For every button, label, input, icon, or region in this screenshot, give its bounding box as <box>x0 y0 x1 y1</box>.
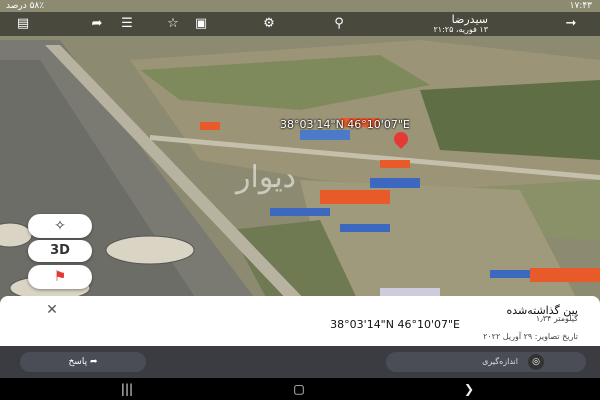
menu-icon[interactable]: ☰ <box>118 15 136 33</box>
close-icon[interactable]: ✕ <box>44 302 60 318</box>
distance-label: کیلومتر ۱٫۳۴ <box>535 314 578 323</box>
reply-icon: ➦ <box>89 357 98 367</box>
search-icon[interactable]: ⚲ <box>330 15 348 33</box>
recents-icon[interactable]: ||| <box>118 381 136 397</box>
settings-icon[interactable]: ⚙ <box>260 15 278 33</box>
camera-icon[interactable]: ▣ <box>192 15 210 33</box>
reply-button[interactable]: ➦ پاسخ <box>20 352 146 372</box>
watermark-text: دیوار <box>236 160 297 195</box>
pin-button[interactable]: ⚑ <box>28 265 92 289</box>
layers-icon[interactable]: ▤ <box>14 15 32 33</box>
top-toolbar: ▤ ➦ ☰ ☆ ▣ ⚙ ⚲ سیدرضا ۱۳ فوریه، ۲۱:۲۵ ➞ <box>0 12 600 36</box>
navigation-bar: ||| ▢ ❯ <box>0 378 600 400</box>
share-icon[interactable]: ➦ <box>88 15 106 33</box>
measure-label: اندازه‌گیری <box>482 357 518 366</box>
back-nav-icon[interactable]: ❯ <box>460 381 478 397</box>
watermark-logo: دیوار <box>236 160 296 195</box>
imagery-date: تاریخ تصاویر: ۲۹ آوریل ۲۰۲۲ <box>483 332 578 341</box>
pin-icon: ⚑ <box>53 269 67 285</box>
satellite-map[interactable]: دیوار 38°03'14"N 46°10'07"E <box>0 0 600 305</box>
compass-button[interactable]: ✧ <box>28 214 92 238</box>
3d-button[interactable]: 3D <box>28 240 92 262</box>
ruler-icon: ◎ <box>528 354 544 370</box>
status-time: ۱۷:۴۳ <box>569 1 592 11</box>
home-icon[interactable]: ▢ <box>290 381 308 397</box>
page-subtitle: ۱۳ فوریه، ۲۱:۲۵ <box>433 25 489 34</box>
star-icon[interactable]: ☆ <box>164 15 182 33</box>
battery-status: ۵۸٪ درصد <box>6 1 45 11</box>
map-coordinates-overlay: 38°03'14"N 46°10'07"E <box>280 118 410 131</box>
reply-label: پاسخ <box>68 357 88 367</box>
status-bar: ۵۸٪ درصد ۱۷:۴۳ <box>0 0 600 12</box>
sheet-coordinates: 38°03'14"N 46°10'07"E <box>330 318 460 331</box>
back-icon[interactable]: ➞ <box>562 15 580 33</box>
measure-button[interactable]: اندازه‌گیری ◎ <box>386 352 586 372</box>
compass-icon: ✧ <box>54 218 66 234</box>
